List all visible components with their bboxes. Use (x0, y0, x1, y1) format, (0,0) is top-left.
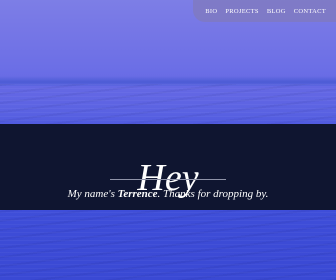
hero-subtitle: My name's Terrence. Thanks for dropping … (0, 187, 336, 201)
page-background: BIO PROJECTS BLOG CONTACT Hey My name's … (0, 0, 336, 280)
nav-link-bio[interactable]: BIO (201, 8, 221, 15)
nav-link-projects[interactable]: PROJECTS (221, 8, 262, 15)
nav-link-contact[interactable]: CONTACT (290, 8, 330, 15)
hero-divider (110, 179, 226, 180)
hero-subtitle-suffix: . Thanks for dropping by. (157, 188, 269, 200)
hero-subtitle-prefix: My name's (67, 188, 118, 200)
hero-banner: Hey My name's Terrence. Thanks for dropp… (0, 124, 336, 210)
hero-subtitle-name: Terrence (117, 188, 158, 200)
nav-link-blog[interactable]: BLOG (263, 8, 290, 15)
top-nav: BIO PROJECTS BLOG CONTACT (193, 0, 336, 22)
